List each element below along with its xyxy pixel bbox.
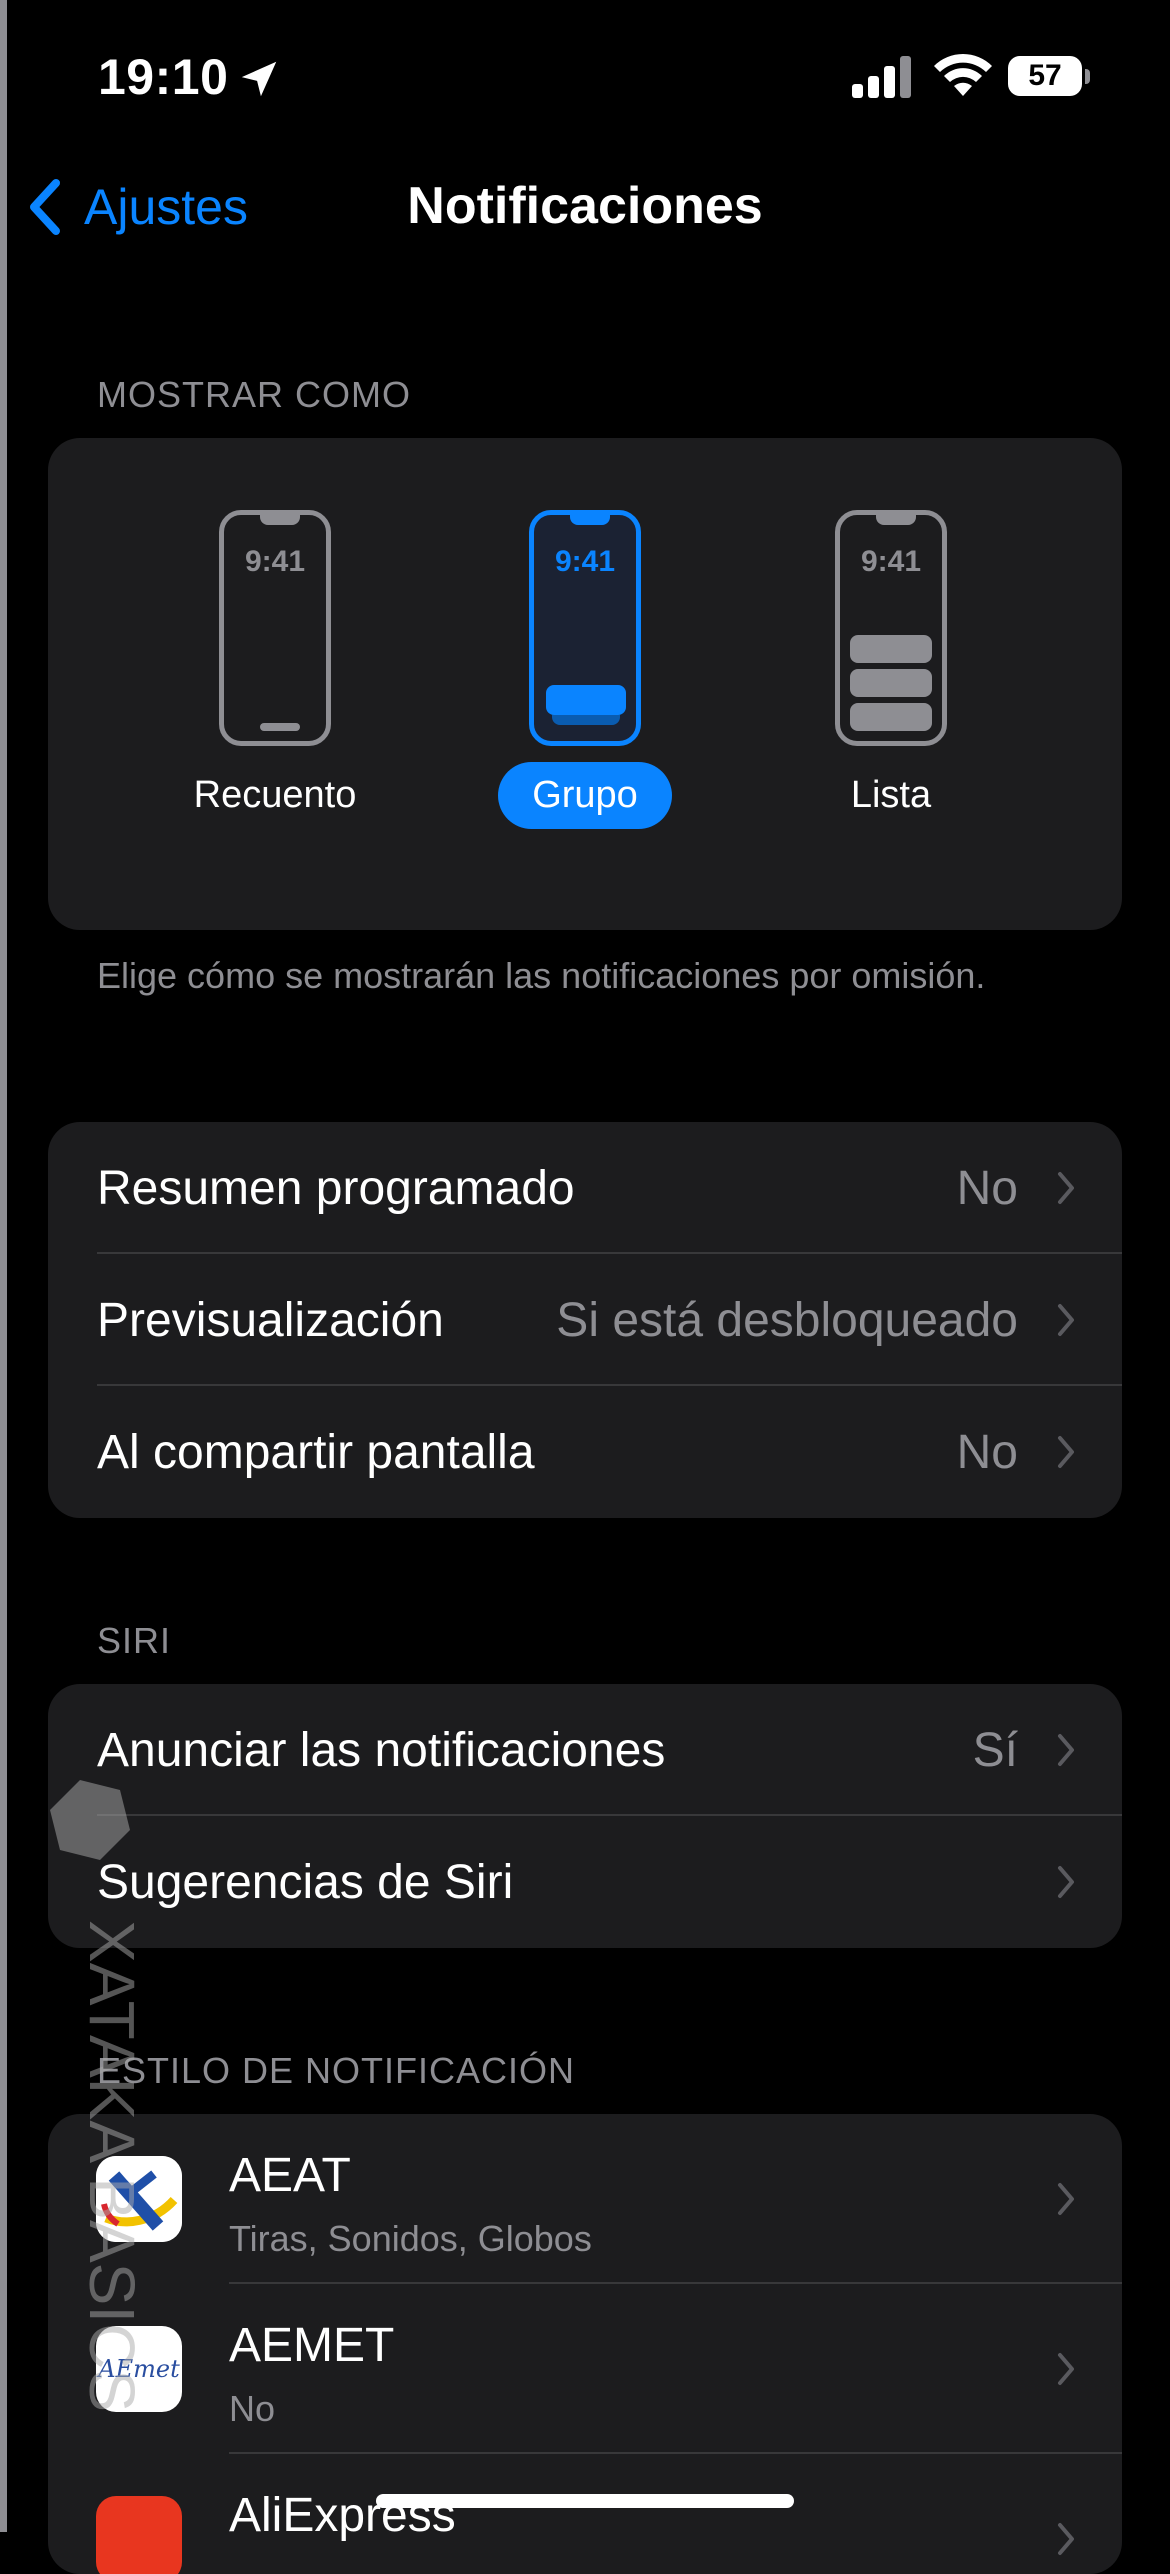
section-header-siri: SIRI: [97, 1620, 172, 1661]
app-row-aeat[interactable]: AEAT Tiras, Sonidos, Globos: [48, 2114, 1122, 2284]
wifi-icon: [934, 53, 992, 96]
phone-preview-group: 9:41: [529, 510, 641, 746]
row-siri-suggestions[interactable]: Sugerencias de Siri: [48, 1816, 1122, 1948]
display-option-label: Recuento: [193, 774, 357, 816]
chevron-right-icon: [1058, 2353, 1074, 2385]
app-subtitle: No: [229, 2388, 276, 2429]
display-option-count[interactable]: 9:41 Recuento: [145, 510, 405, 829]
phone-preview-count: 9:41: [219, 510, 331, 746]
battery-icon: 57: [1008, 56, 1090, 98]
chevron-right-icon: [1058, 1304, 1074, 1336]
app-row-aemet[interactable]: AEmet AEMET No: [48, 2284, 1122, 2454]
display-option-list[interactable]: 9:41 Lista: [761, 510, 1021, 829]
display-style-card: 9:41 Recuento 9:41 Grupo 9:41 Lista: [48, 438, 1122, 930]
row-preview[interactable]: Previsualización Si está desbloqueado: [48, 1254, 1122, 1386]
left-edge-rule: [0, 0, 7, 2532]
display-option-label: Grupo: [498, 762, 672, 829]
section-header-style: ESTILO DE NOTIFICACIÓN: [97, 2050, 576, 2091]
page-title: Notificaciones: [407, 177, 763, 235]
app-name: AEMET: [229, 2319, 395, 2372]
cellular-signal-icon: [852, 56, 911, 98]
row-screen-sharing[interactable]: Al compartir pantalla No: [48, 1386, 1122, 1518]
row-scheduled-summary[interactable]: Resumen programado No: [48, 1122, 1122, 1254]
chevron-right-icon: [1058, 1866, 1074, 1898]
row-announce-notifications[interactable]: Anunciar las notificaciones Sí: [48, 1684, 1122, 1816]
xataka-basics-watermark: XATAKA BASICS: [50, 1780, 148, 2412]
siri-card: Anunciar las notificaciones Sí Sugerenci…: [48, 1684, 1122, 1948]
home-indicator[interactable]: [376, 2494, 794, 2508]
chevron-right-icon: [1058, 2183, 1074, 2215]
section-header-display: MOSTRAR COMO: [97, 374, 411, 415]
chevron-right-icon: [1058, 1172, 1074, 1204]
aliexpress-icon: [96, 2496, 182, 2574]
display-option-group[interactable]: 9:41 Grupo: [455, 510, 715, 829]
chevron-right-icon: [1058, 2523, 1074, 2555]
general-settings-card: Resumen programado No Previsualización S…: [48, 1122, 1122, 1518]
chevron-right-icon: [1058, 1734, 1074, 1766]
app-row-aliexpress[interactable]: AliExpress: [48, 2454, 1122, 2574]
chevron-right-icon: [1058, 1436, 1074, 1468]
phone-preview-list: 9:41: [835, 510, 947, 746]
display-footnote: Elige cómo se mostrarán las notificacion…: [97, 955, 986, 996]
display-option-label: Lista: [850, 774, 932, 816]
app-name: AEAT: [229, 2149, 351, 2202]
app-subtitle: Tiras, Sonidos, Globos: [229, 2218, 592, 2259]
svg-text:XATAKA BASICS: XATAKA BASICS: [76, 1920, 148, 2412]
battery-level: 57: [1008, 56, 1082, 96]
status-time: 19:10: [98, 49, 229, 105]
location-arrow-icon: [241, 61, 277, 97]
